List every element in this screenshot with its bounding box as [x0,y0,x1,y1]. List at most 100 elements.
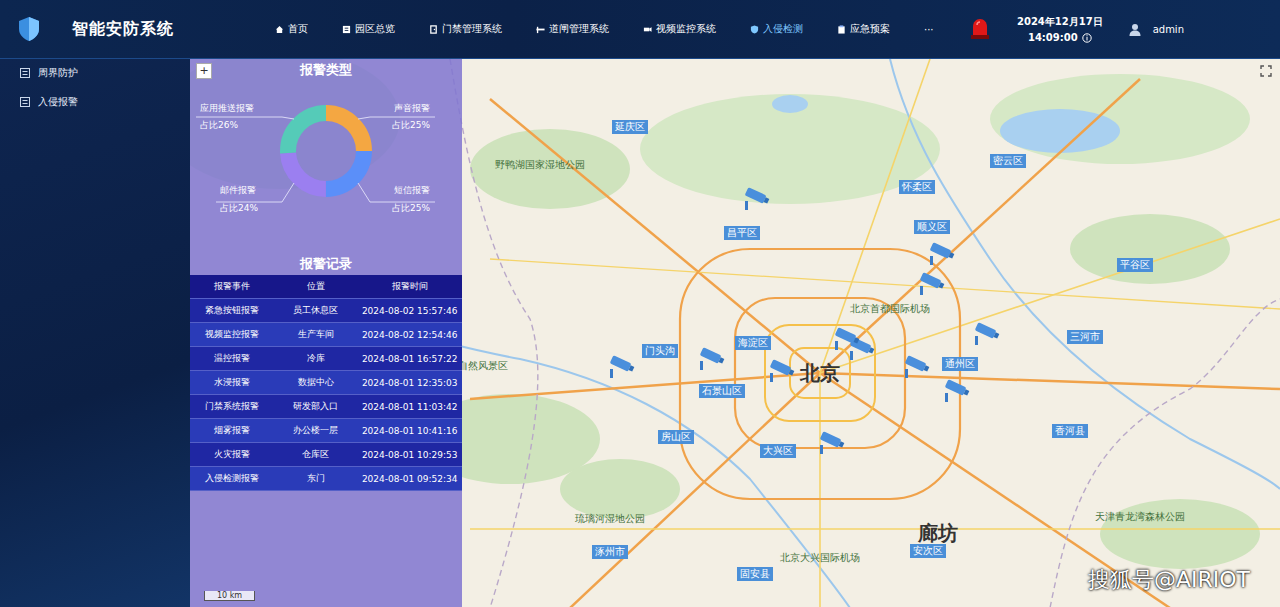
table-cell: 火灾报警 [190,448,274,461]
nav-label: 入侵检测 [763,22,803,36]
map-label: 海淀区 [735,336,771,350]
zoom-in-button[interactable]: + [196,63,212,79]
camera-pin-icon[interactable] [605,355,635,379]
legend-share: 占比25% [392,203,430,213]
nav-label: 首页 [288,22,308,36]
donut-segment[interactable] [288,113,364,189]
legend-name: 邮件报警 [220,185,256,195]
user-name: admin [1153,24,1184,35]
camera-pin-icon[interactable] [915,272,945,296]
alarm-record-title: 报警记录 [190,253,462,275]
sidebar-label: 周界防护 [38,66,78,80]
table-row[interactable]: 火灾报警仓库区2024-08-01 10:29:53 [190,443,462,467]
table-cell: 温控报警 [190,352,274,365]
map-label: 天津青龙湾森林公园 [1095,510,1185,524]
nav-item[interactable]: 视频监控系统 [643,22,716,36]
main-area: 周界防护 入侵报警 北京廊坊昌平区顺义区怀柔区密云区延庆区平谷区海淀区石景山区门… [0,59,1280,607]
camera-pin-icon[interactable] [695,347,725,371]
nav-label: 园区总览 [355,22,395,36]
sidebar: 周界防护 入侵报警 [0,59,190,607]
map-label: 石景山区 [699,384,745,398]
clipboard-icon [837,25,846,34]
table-row[interactable]: 门禁系统报警研发部入口2024-08-01 11:03:42 [190,395,462,419]
camera-pin-icon[interactable] [940,379,970,403]
sidebar-item[interactable]: 周界防护 [0,61,190,85]
map-scale: 10 km [204,591,255,601]
sidebar-item[interactable]: 入侵报警 [0,90,190,114]
donut-segment[interactable] [288,113,364,189]
nav-item[interactable]: 门禁管理系统 [429,22,502,36]
alarm-panel: 报警类型 声音报警占比25%短信报警占比25%邮件报警占比24%应用推送报警占比… [190,59,462,607]
column-header: 报警事件 [190,280,274,293]
map-label: 三河市 [1067,330,1103,344]
camera-pin-icon[interactable] [900,355,930,379]
camera-pin-icon[interactable] [815,431,845,455]
legend-share: 占比25% [392,120,430,130]
table-cell: 仓库区 [274,448,358,461]
table-row[interactable]: 视频监控报警生产车间2024-08-02 12:54:46 [190,323,462,347]
table-row[interactable]: 水浸报警数据中心2024-08-01 12:35:03 [190,371,462,395]
legend-name: 应用推送报警 [200,103,254,113]
map-label: 顺义区 [914,220,950,234]
nav-label: 视频监控系统 [656,22,716,36]
map-label: 昌平区 [724,226,760,240]
map-label: 延庆区 [612,120,648,134]
map-label: 涿州市 [592,545,628,559]
clock: 2024年12月17日 14:09:00 [1017,15,1103,43]
camera-icon [643,25,652,34]
camera-pin-icon[interactable] [765,359,795,383]
map-view[interactable]: 北京廊坊昌平区顺义区怀柔区密云区延庆区平谷区海淀区石景山区门头沟房山区大兴区通州… [190,59,1280,607]
map-label: 大兴区 [760,444,796,458]
nav-label: 应急预案 [850,22,890,36]
table-row[interactable]: 温控报警冷库2024-08-01 16:57:22 [190,347,462,371]
table-cell: 视频监控报警 [190,328,274,341]
header-status: 2024年12月17日 14:09:00 admin [969,15,1280,43]
camera-pin-icon[interactable] [970,322,1000,346]
nav-item[interactable]: 首页 [275,22,308,36]
donut-segment[interactable] [288,113,364,189]
table-cell: 研发部入口 [274,400,358,413]
table-cell: 2024-08-01 16:57:22 [357,354,462,364]
map-label: 固安县 [737,567,773,581]
legend-share: 占比26% [200,120,238,130]
map-label: 琉璃河湿地公园 [575,512,645,526]
table-cell: 东门 [274,472,358,485]
map-label: 密云区 [990,154,1026,168]
camera-pin-icon[interactable] [830,327,860,351]
alarm-light-icon [969,17,991,41]
table-cell: 办公楼一层 [274,424,358,437]
table-cell: 2024-08-02 15:57:46 [357,306,462,316]
sidebar-label: 入侵报警 [38,95,78,109]
table-row[interactable]: 紧急按钮报警员工休息区2024-08-02 15:57:46 [190,299,462,323]
info-icon[interactable] [1082,33,1092,43]
nav-more[interactable]: ··· [924,24,934,35]
nav-item[interactable]: 入侵检测 [750,22,803,36]
camera-pin-icon[interactable] [925,242,955,266]
nav-item[interactable]: 道闸管理系统 [536,22,609,36]
door-icon [429,25,438,34]
camera-pin-icon[interactable] [740,187,770,211]
map-label: 香河县 [1052,424,1088,438]
map-label: 房山区 [658,430,694,444]
legend-name: 声音报警 [394,103,430,113]
home-icon [275,25,284,34]
fullscreen-icon[interactable] [1260,65,1272,77]
map-label: 北京 [800,360,840,387]
time-text: 14:09:00 [1028,32,1078,43]
table-cell: 烟雾报警 [190,424,274,437]
table-cell: 冷库 [274,352,358,365]
top-bar: 智能安防系统 首页 园区总览 门禁管理系统 道闸管理系统 视频监控系统 入侵检测… [0,0,1280,59]
shield-icon [750,25,759,34]
leader-line [358,183,435,202]
table-row[interactable]: 入侵检测报警东门2024-08-01 09:52:34 [190,467,462,491]
table-row[interactable]: 烟雾报警办公楼一层2024-08-01 10:41:16 [190,419,462,443]
user-menu[interactable]: admin [1129,23,1184,36]
table-cell: 生产车间 [274,328,358,341]
nav-item[interactable]: 应急预案 [837,22,890,36]
donut-segment[interactable] [288,113,364,189]
nav-item[interactable]: 园区总览 [342,22,395,36]
column-header: 报警时间 [357,280,462,293]
table-cell: 2024-08-02 12:54:46 [357,330,462,340]
system-title: 智能安防系统 [72,19,174,40]
table-cell: 门禁系统报警 [190,400,274,413]
